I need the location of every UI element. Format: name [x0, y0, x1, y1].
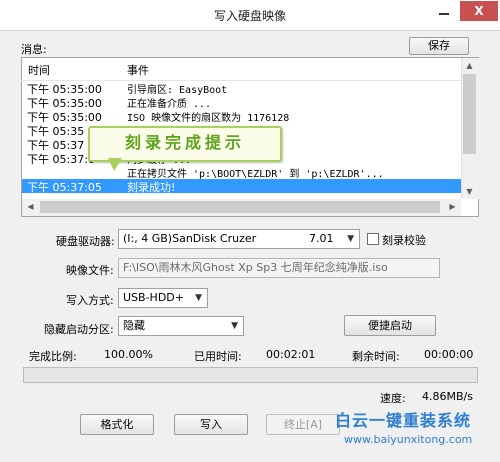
- log-event: 引导扇区: EasyBoot: [127, 85, 228, 96]
- elapsed-label: 已用时间:: [194, 350, 242, 363]
- callout-pointer: [108, 158, 122, 171]
- log-row[interactable]: 下午 05:35:00 正在准备介质 ...: [22, 95, 463, 110]
- drive-version: 7.01: [309, 232, 334, 245]
- minimize-icon[interactable]: [431, 3, 457, 21]
- log-row-selected[interactable]: 下午 05:37:05 刻录成功!: [22, 179, 463, 194]
- elapsed-value: 00:02:01: [266, 348, 316, 361]
- column-header-event[interactable]: 事件: [127, 62, 149, 78]
- terminate-button[interactable]: 终止[A]: [266, 414, 340, 435]
- quick-boot-button[interactable]: 便捷启动: [344, 315, 436, 336]
- watermark-title: 白云一键重装系统: [335, 411, 472, 430]
- log-event: ISO 映像文件的扇区数为 1176128: [127, 113, 290, 124]
- image-file-label: 映像文件:: [66, 264, 114, 277]
- hidden-partition-select[interactable]: 隐藏 ▼: [118, 316, 244, 336]
- chevron-down-icon: ▼: [231, 321, 238, 331]
- log-row[interactable]: 下午 05:35:00 引导扇区: EasyBoot: [22, 81, 463, 96]
- log-row[interactable]: 正在拷贝文件 'p:\BOOT\EZLDR' 到 'p:\EZLDR'...: [22, 165, 463, 180]
- log-event: 正在准备介质 ...: [127, 99, 212, 110]
- verify-label: 刻录校验: [382, 234, 426, 247]
- drive-select[interactable]: (I:, 4 GB)SanDisk Cruzer 7.01 ▼: [118, 229, 360, 249]
- scroll-down-icon[interactable]: ▼: [463, 187, 476, 196]
- log-event: 正在拷贝文件 'p:\BOOT\EZLDR' 到 'p:\EZLDR'...: [127, 169, 384, 180]
- log-header: 时间 事件: [21, 58, 461, 80]
- hidden-partition-value: 隐藏: [123, 319, 145, 332]
- log-row[interactable]: 下午 05:35:00 ISO 映像文件的扇区数为 1176128: [22, 109, 463, 124]
- write-button[interactable]: 写入: [174, 414, 248, 435]
- save-button[interactable]: 保存: [409, 37, 469, 55]
- close-button[interactable]: X: [460, 1, 498, 21]
- chevron-down-icon: ▼: [347, 234, 354, 244]
- image-file-field[interactable]: F:\ISO\雨林木风Ghost Xp Sp3 七周年纪念纯净版.iso: [118, 258, 440, 278]
- complete-label: 完成比例:: [29, 350, 77, 363]
- drive-value: (I:, 4 GB)SanDisk Cruzer: [123, 232, 257, 245]
- verify-checkbox[interactable]: [367, 233, 379, 245]
- remaining-value: 00:00:00: [424, 348, 474, 361]
- window-title: 写入硬盘映像: [213, 9, 286, 23]
- progress-fill: [24, 368, 477, 382]
- hidden-partition-label: 隐藏启动分区:: [44, 323, 114, 336]
- speed-label: 速度:: [380, 392, 406, 405]
- chevron-down-icon: ▼: [195, 293, 202, 303]
- scroll-right-icon[interactable]: ▶: [446, 202, 459, 211]
- format-button[interactable]: 格式化: [80, 414, 154, 435]
- column-header-time[interactable]: 时间: [28, 62, 50, 78]
- vertical-scroll-thumb[interactable]: [463, 74, 476, 154]
- complete-value: 100.00%: [104, 348, 153, 361]
- completion-callout: 刻录完成提示: [88, 126, 282, 162]
- scroll-left-icon[interactable]: ◀: [24, 202, 37, 211]
- watermark-url: www.baiyunxitong.com: [344, 433, 473, 446]
- speed-value: 4.86MB/s: [422, 390, 473, 403]
- log-event: 刻录成功!: [127, 181, 176, 194]
- messages-label: 消息:: [21, 43, 47, 56]
- progress-bar: [23, 367, 478, 383]
- write-mode-value: USB-HDD+: [123, 291, 184, 304]
- write-mode-select[interactable]: USB-HDD+ ▼: [118, 288, 208, 308]
- remaining-label: 剩余时间:: [352, 350, 400, 363]
- drive-label: 硬盘驱动器:: [56, 235, 115, 248]
- write-mode-label: 写入方式:: [66, 294, 114, 307]
- horizontal-scroll-thumb[interactable]: [40, 201, 440, 213]
- log-time: 下午 05:37:05: [27, 181, 102, 194]
- scroll-up-icon[interactable]: ▲: [463, 61, 476, 70]
